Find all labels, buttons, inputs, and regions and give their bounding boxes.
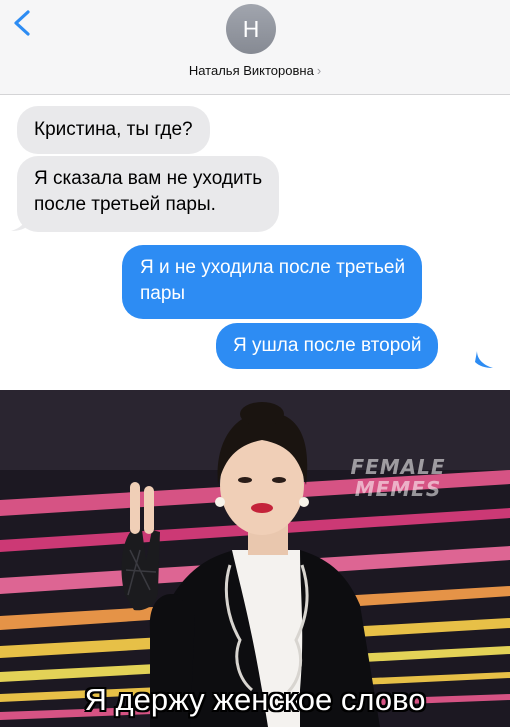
chevron-right-icon[interactable]: ›: [317, 63, 321, 78]
meme-image: FEMALE MEMES Я держу женское слово: [0, 390, 510, 727]
message-text: Кристина, ты где?: [34, 119, 193, 140]
avatar[interactable]: Н: [226, 4, 276, 54]
conversation-header: Н Наталья Викторовна ›: [0, 0, 510, 95]
message-text-line: Я сказала вам не уходить: [34, 168, 263, 189]
message-bubble-outgoing[interactable]: Я ушла после второй: [216, 323, 439, 369]
watermark: FEMALE MEMES: [338, 456, 458, 500]
meme-caption: Я держу женское слово: [84, 682, 426, 717]
message-text-line: после третьей пары.: [34, 194, 216, 215]
chevron-left-icon[interactable]: [8, 8, 36, 38]
bubble-tail: [475, 351, 493, 368]
watermark-line: MEMES: [354, 477, 442, 501]
contact-name-row[interactable]: Наталья Викторовна ›: [0, 63, 510, 78]
contact-name[interactable]: Наталья Викторовна: [189, 63, 314, 78]
bubble-tail: [11, 214, 29, 231]
watermark-line: FEMALE: [350, 455, 446, 479]
meme-picture: [0, 390, 510, 727]
message-bubble-incoming[interactable]: Кристина, ты где?: [17, 106, 210, 154]
message-text: Я ушла после второй: [233, 335, 422, 356]
message-bubble-incoming[interactable]: Я сказала вам не уходить после третьей п…: [17, 156, 280, 232]
message-text-line: пары: [140, 283, 186, 304]
message-bubble-outgoing[interactable]: Я и не уходила после третьей пары: [122, 245, 423, 319]
message-text-line: Я и не уходила после третьей: [140, 257, 406, 278]
